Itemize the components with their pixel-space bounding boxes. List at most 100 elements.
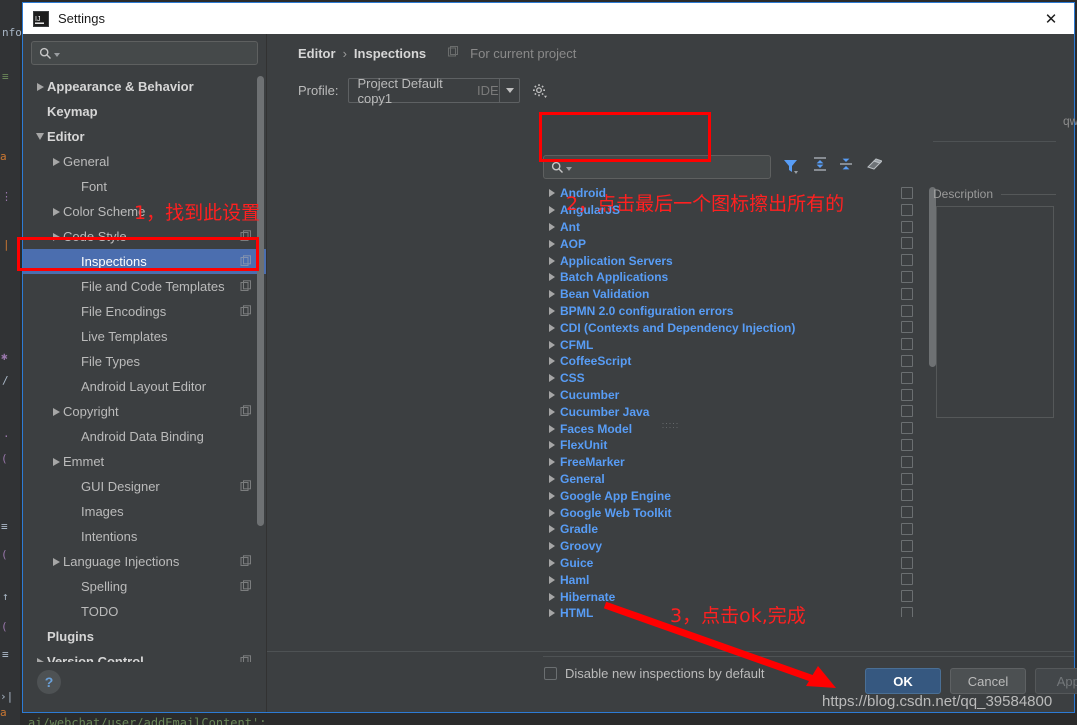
chevron-right-icon[interactable]: [543, 323, 560, 332]
inspection-group-row[interactable]: Faces Model: [543, 420, 923, 437]
sidebar-search-input[interactable]: [31, 41, 258, 65]
inspection-group-checkbox[interactable]: [901, 388, 913, 401]
inspection-group-row[interactable]: General: [543, 471, 923, 488]
sidebar-item-todo[interactable]: TODO: [23, 599, 266, 624]
inspection-group-checkbox[interactable]: [901, 472, 913, 485]
inspection-group-row[interactable]: CSS: [543, 370, 923, 387]
chevron-right-icon[interactable]: [543, 575, 560, 584]
inspection-group-checkbox[interactable]: [901, 371, 913, 384]
sidebar-item-font[interactable]: Font: [23, 174, 266, 199]
sidebar-item-version-control[interactable]: Version Control: [23, 649, 266, 662]
inspection-group-row[interactable]: Gradle: [543, 521, 923, 538]
gear-icon[interactable]: [532, 83, 548, 98]
sidebar-item-spelling[interactable]: Spelling: [23, 574, 266, 599]
inspection-group-row[interactable]: CoffeeScript: [543, 353, 923, 370]
chevron-right-icon[interactable]: [543, 390, 560, 399]
sidebar-item-intentions[interactable]: Intentions: [23, 524, 266, 549]
copy-settings-icon[interactable]: [240, 305, 252, 320]
chevron-right-icon[interactable]: [543, 407, 560, 416]
sidebar-item-plugins[interactable]: Plugins: [23, 624, 266, 649]
inspection-group-checkbox[interactable]: [901, 539, 913, 552]
chevron-right-icon[interactable]: [543, 189, 560, 198]
inspection-group-checkbox[interactable]: [901, 254, 913, 267]
inspection-group-row[interactable]: BPMN 2.0 configuration errors: [543, 303, 923, 320]
chevron-right-icon[interactable]: [543, 491, 560, 500]
chevron-right-icon[interactable]: [543, 609, 560, 617]
sidebar-item-gui-designer[interactable]: GUI Designer: [23, 474, 266, 499]
chevron-right-icon[interactable]: [543, 558, 560, 567]
sidebar-item-file-encodings[interactable]: File Encodings: [23, 299, 266, 324]
close-icon[interactable]: ✕: [1028, 3, 1074, 34]
chevron-right-icon[interactable]: [543, 206, 560, 215]
collapse-all-icon[interactable]: [838, 156, 854, 177]
chevron-right-icon[interactable]: [543, 474, 560, 483]
chevron-right-icon[interactable]: [543, 424, 560, 433]
inspection-group-checkbox[interactable]: [901, 304, 913, 317]
copy-settings-icon[interactable]: [240, 255, 252, 270]
inspection-group-row[interactable]: FreeMarker: [543, 454, 923, 471]
chevron-right-icon[interactable]: [49, 230, 63, 244]
inspection-group-row[interactable]: Android: [543, 185, 923, 202]
inspection-group-checkbox[interactable]: [901, 506, 913, 519]
sidebar-item-inspections[interactable]: Inspections: [23, 249, 266, 274]
inspection-group-checkbox[interactable]: [901, 321, 913, 334]
sidebar-scrollbar[interactable]: [257, 76, 264, 526]
inspection-group-checkbox[interactable]: [901, 455, 913, 468]
copy-settings-icon[interactable]: [240, 230, 252, 245]
chevron-right-icon[interactable]: [49, 555, 63, 569]
chevron-right-icon[interactable]: [543, 458, 560, 467]
sidebar-item-copyright[interactable]: Copyright: [23, 399, 266, 424]
inspection-group-checkbox[interactable]: [901, 438, 913, 451]
sidebar-item-keymap[interactable]: Keymap: [23, 99, 266, 124]
filter-icon[interactable]: [782, 158, 799, 180]
ok-button[interactable]: OK: [865, 668, 941, 694]
inspection-group-row[interactable]: Groovy: [543, 538, 923, 555]
sidebar-item-editor[interactable]: Editor: [23, 124, 266, 149]
inspection-group-row[interactable]: CDI (Contexts and Dependency Injection): [543, 319, 923, 336]
sidebar-item-file-and-code-templates[interactable]: File and Code Templates: [23, 274, 266, 299]
sidebar-item-emmet[interactable]: Emmet: [23, 449, 266, 474]
sidebar-item-language-injections[interactable]: Language Injections: [23, 549, 266, 574]
inspection-group-row[interactable]: HTML: [543, 605, 923, 617]
inspection-group-row[interactable]: FlexUnit: [543, 437, 923, 454]
inspection-group-row[interactable]: Google App Engine: [543, 487, 923, 504]
inspection-group-row[interactable]: Batch Applications: [543, 269, 923, 286]
sidebar-item-live-templates[interactable]: Live Templates: [23, 324, 266, 349]
sidebar-item-code-style[interactable]: Code Style: [23, 224, 266, 249]
inspection-group-checkbox[interactable]: [901, 606, 913, 617]
chevron-right-icon[interactable]: [543, 357, 560, 366]
inspection-group-checkbox[interactable]: [901, 338, 913, 351]
chevron-down-icon[interactable]: [498, 79, 520, 102]
sidebar-item-android-data-binding[interactable]: Android Data Binding: [23, 424, 266, 449]
inspection-group-checkbox[interactable]: [901, 590, 913, 603]
chevron-right-icon[interactable]: [543, 239, 560, 248]
chevron-right-icon[interactable]: [49, 455, 63, 469]
inspection-list-scrollbar[interactable]: [929, 187, 936, 367]
inspection-group-checkbox[interactable]: [901, 522, 913, 535]
inspection-group-row[interactable]: Bean Validation: [543, 286, 923, 303]
inspection-group-checkbox[interactable]: [901, 270, 913, 283]
inspection-group-checkbox[interactable]: [901, 573, 913, 586]
sidebar-item-general[interactable]: General: [23, 149, 266, 174]
inspection-group-checkbox[interactable]: [901, 187, 913, 199]
inspection-group-checkbox[interactable]: [901, 237, 913, 250]
chevron-right-icon[interactable]: [543, 542, 560, 551]
chevron-right-icon[interactable]: [543, 340, 560, 349]
inspection-group-checkbox[interactable]: [901, 489, 913, 502]
eraser-icon[interactable]: [864, 156, 883, 177]
settings-tree[interactable]: Appearance & Behavior Keymap Editor General…: [23, 74, 266, 662]
breadcrumb-root[interactable]: Editor: [298, 46, 336, 61]
inspection-group-checkbox[interactable]: [901, 556, 913, 569]
inspection-group-list[interactable]: Android AngularJS Ant AOP Application Server…: [543, 185, 923, 617]
inspection-group-checkbox[interactable]: [901, 287, 913, 300]
copy-settings-icon[interactable]: [240, 655, 252, 662]
chevron-right-icon[interactable]: [543, 290, 560, 299]
copy-settings-icon[interactable]: [240, 280, 252, 295]
chevron-right-icon[interactable]: [543, 508, 560, 517]
inspection-group-row[interactable]: Haml: [543, 571, 923, 588]
chevron-right-icon[interactable]: [543, 256, 560, 265]
inspection-group-row[interactable]: Hibernate: [543, 588, 923, 605]
resize-grip[interactable]: :::::: [662, 420, 680, 430]
chevron-right-icon[interactable]: [543, 306, 560, 315]
inspection-group-row[interactable]: Guice: [543, 555, 923, 572]
